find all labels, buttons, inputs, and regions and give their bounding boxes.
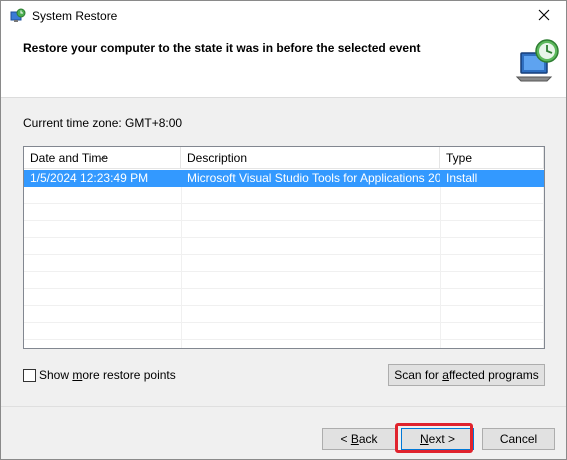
restore-monitor-icon <box>513 37 561 85</box>
empty-row <box>24 238 544 255</box>
system-restore-window: System Restore Restore your computer to … <box>0 0 567 460</box>
close-button[interactable] <box>521 1 566 32</box>
scan-affected-programs-button[interactable]: Scan for affected programs <box>388 364 545 386</box>
show-more-restore-points[interactable]: Show more restore points <box>23 368 176 382</box>
empty-row <box>24 306 544 323</box>
column-header-date[interactable]: Date and Time <box>24 147 181 169</box>
row-description: Microsoft Visual Studio Tools for Applic… <box>187 171 440 185</box>
empty-row <box>24 272 544 289</box>
next-button-highlight <box>395 423 473 453</box>
page-title: Restore your computer to the state it wa… <box>23 41 421 55</box>
empty-row <box>24 221 544 238</box>
back-button[interactable]: < Back <box>322 428 396 450</box>
title-bar: System Restore <box>1 1 566 32</box>
cancel-button[interactable]: Cancel <box>482 428 555 450</box>
row-type: Install <box>446 171 478 185</box>
timezone-label: Current time zone: GMT+8:00 <box>23 116 183 130</box>
column-header-description[interactable]: Description <box>181 147 440 169</box>
window-title: System Restore <box>32 9 118 23</box>
close-icon <box>538 9 550 24</box>
sort-down-icon <box>98 147 106 161</box>
wizard-header: Restore your computer to the state it wa… <box>1 32 566 98</box>
content-area: Current time zone: GMT+8:00 Date and Tim… <box>1 99 566 406</box>
row-date: 1/5/2024 12:23:49 PM <box>30 171 149 185</box>
table-row[interactable]: 1/5/2024 12:23:49 PM Microsoft Visual St… <box>24 170 544 187</box>
show-more-checkbox[interactable] <box>23 368 36 382</box>
system-restore-icon <box>10 8 26 24</box>
empty-row <box>24 323 544 340</box>
column-header-type[interactable]: Type <box>440 147 544 169</box>
restore-points-list[interactable]: Date and Time Description Type 1/5/2024 … <box>23 146 545 349</box>
list-body: 1/5/2024 12:23:49 PM Microsoft Visual St… <box>24 170 544 348</box>
list-header: Date and Time Description Type <box>24 147 544 169</box>
empty-row <box>24 255 544 272</box>
empty-row <box>24 204 544 221</box>
show-more-label: Show more restore points <box>39 368 176 382</box>
empty-row <box>24 187 544 204</box>
wizard-footer: < Back Next > Cancel <box>1 406 566 459</box>
empty-row <box>24 289 544 306</box>
